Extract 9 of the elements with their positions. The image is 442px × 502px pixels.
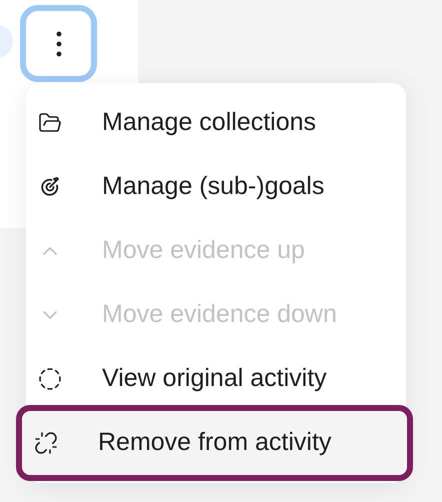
kebab-icon [56, 30, 62, 56]
menu-item[interactable]: Manage (sub-)goals [26, 155, 406, 219]
dashed-circle-icon [38, 367, 62, 391]
folder-icon [38, 111, 62, 135]
menu-item[interactable]: Manage collections [26, 91, 406, 155]
broken-link-icon [34, 431, 58, 455]
menu-item[interactable]: Remove from activity [22, 411, 407, 475]
menu-item[interactable]: View original activity [26, 347, 406, 411]
more-options-button[interactable] [20, 5, 97, 82]
